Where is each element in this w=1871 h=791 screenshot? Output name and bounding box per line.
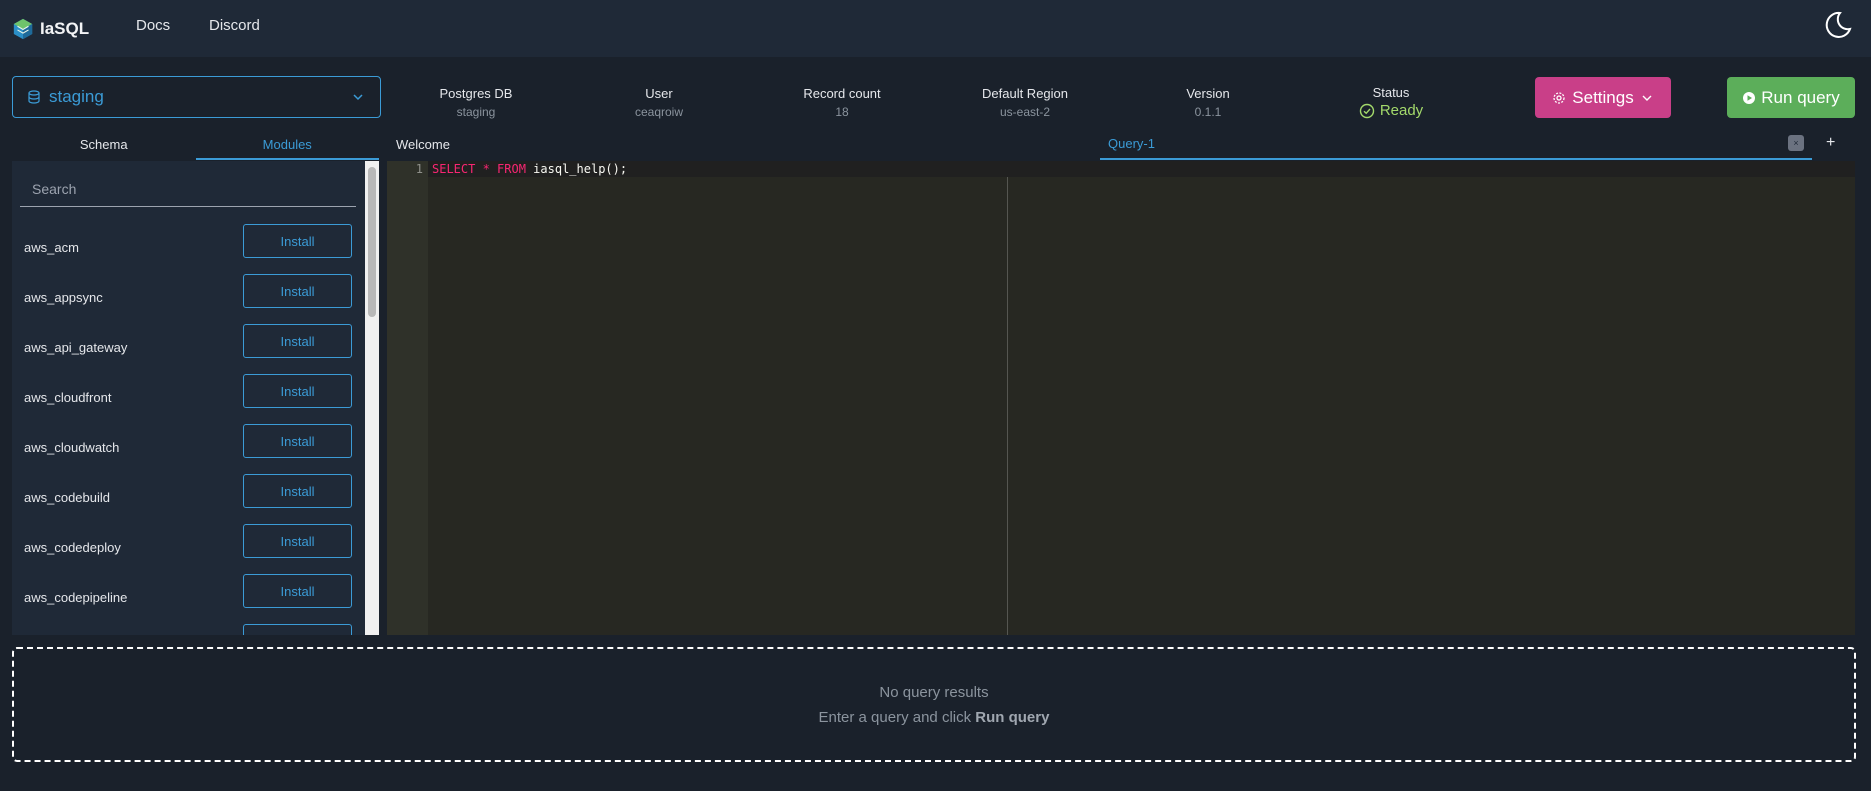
info-default-region: Default Region us-east-2: [955, 86, 1095, 119]
code-editor[interactable]: 1 SELECT * FROM iasql_help();: [387, 161, 1855, 635]
settings-button[interactable]: Settings: [1535, 77, 1671, 118]
list-item: aws_appsync Install: [12, 274, 364, 324]
empty-results-hint: Enter a query and click Run query: [14, 709, 1854, 726]
modules-panel: aws_acm Install aws_appsync Install aws_…: [12, 161, 379, 635]
top-nav: IaSQL Docs Discord: [0, 0, 1871, 57]
info-status: Status Ready: [1321, 85, 1461, 119]
run-query-label: Run query: [1761, 87, 1840, 107]
nav-link-docs[interactable]: Docs: [136, 17, 170, 34]
active-line-highlight: [428, 161, 1855, 177]
brand-logo[interactable]: IaSQL: [12, 18, 89, 40]
scrollbar-thumb[interactable]: [368, 167, 376, 317]
editor-gutter: 1: [387, 161, 428, 635]
hint-action: Run query: [975, 709, 1050, 726]
install-button[interactable]: Install: [243, 574, 352, 608]
search-input[interactable]: [20, 171, 356, 207]
info-value: ceaqroiw: [634, 105, 684, 119]
tab-welcome[interactable]: Welcome: [396, 137, 450, 152]
info-label: Record count: [803, 86, 881, 101]
module-name: aws_cloudfront: [24, 390, 112, 405]
install-button[interactable]: Install: [243, 274, 352, 308]
database-select-value: staging: [49, 87, 104, 106]
module-name: aws_cloudwatch: [24, 440, 120, 455]
hint-prefix: Enter a query and click: [818, 709, 976, 726]
chevron-down-icon: [1642, 95, 1652, 101]
play-circle-icon: [1743, 91, 1756, 104]
check-circle-icon: [1359, 103, 1375, 118]
scrollbar[interactable]: [365, 161, 379, 635]
info-user: User ceaqroiw: [589, 86, 729, 119]
module-name: aws_api_gateway: [24, 340, 128, 355]
module-name: aws_codebuild: [24, 490, 111, 505]
info-label: Default Region: [982, 86, 1068, 101]
install-button[interactable]: Install: [243, 324, 352, 358]
close-icon[interactable]: ×: [1788, 135, 1804, 151]
nav-link-discord[interactable]: Discord: [209, 17, 260, 34]
settings-label: Settings: [1572, 87, 1634, 107]
tab-label: Query-1: [1108, 136, 1155, 151]
empty-results-title: No query results: [879, 684, 989, 701]
module-name: aws_codedeploy: [24, 540, 121, 555]
moon-icon[interactable]: [1823, 10, 1853, 40]
list-item: aws_cloudfront Install: [12, 374, 364, 424]
iasql-logo-icon: [13, 18, 33, 39]
query-results-panel: No query results Enter a query and click…: [12, 647, 1856, 762]
list-item: Install: [12, 624, 364, 635]
keyword-select: SELECT: [432, 162, 476, 176]
tab-schema[interactable]: Schema: [12, 131, 196, 160]
info-value: 0.1.1: [1194, 105, 1222, 119]
add-tab-button[interactable]: +: [1826, 134, 1835, 152]
module-name: aws_appsync: [24, 290, 103, 305]
line-number: 1: [415, 162, 423, 176]
operator-star: *: [475, 162, 498, 176]
install-button[interactable]: Install: [243, 424, 352, 458]
code-line: SELECT * FROM iasql_help();: [432, 161, 627, 177]
info-value: us-east-2: [999, 105, 1051, 119]
brand-name: IaSQL: [40, 18, 90, 38]
module-name: aws_acm: [24, 240, 79, 255]
list-item: aws_codepipeline Install: [12, 574, 364, 624]
install-button[interactable]: Install: [243, 224, 352, 258]
info-label: Version: [1186, 86, 1230, 101]
info-label: Postgres DB: [439, 86, 513, 101]
module-name: aws_codepipeline: [24, 590, 128, 605]
database-icon: [28, 90, 40, 104]
code-identifier: iasql_help();: [525, 162, 628, 176]
list-item: aws_api_gateway Install: [12, 324, 364, 374]
print-margin: [1007, 177, 1008, 635]
info-label: Status: [1372, 85, 1410, 100]
info-record-count: Record count 18: [772, 86, 912, 119]
info-version: Version 0.1.1: [1138, 86, 1278, 119]
tab-modules[interactable]: Modules: [195, 131, 379, 160]
chevron-down-icon: [353, 94, 363, 101]
database-select[interactable]: staging: [12, 76, 381, 118]
list-item: aws_codebuild Install: [12, 474, 364, 524]
run-query-button[interactable]: Run query: [1727, 77, 1855, 118]
list-item: aws_cloudwatch Install: [12, 424, 364, 474]
info-postgres-db: Postgres DB staging: [406, 86, 546, 119]
info-value: 18: [835, 105, 849, 119]
keyword-from: FROM: [497, 162, 526, 176]
install-button[interactable]: Install: [243, 524, 352, 558]
status-text: Ready: [1379, 102, 1424, 119]
install-button[interactable]: Install: [243, 474, 352, 508]
gear-icon: [1553, 91, 1565, 104]
list-item: aws_acm Install: [12, 224, 364, 274]
sidebar-tabs: Schema Modules: [12, 131, 379, 160]
info-label: User: [645, 86, 673, 101]
list-item: aws_codedeploy Install: [12, 524, 364, 574]
tab-query-1[interactable]: Query-1 ×: [1100, 130, 1812, 160]
install-button[interactable]: Install: [243, 624, 352, 635]
status-badge: Ready: [1321, 102, 1461, 119]
info-value: staging: [456, 105, 496, 119]
install-button[interactable]: Install: [243, 374, 352, 408]
